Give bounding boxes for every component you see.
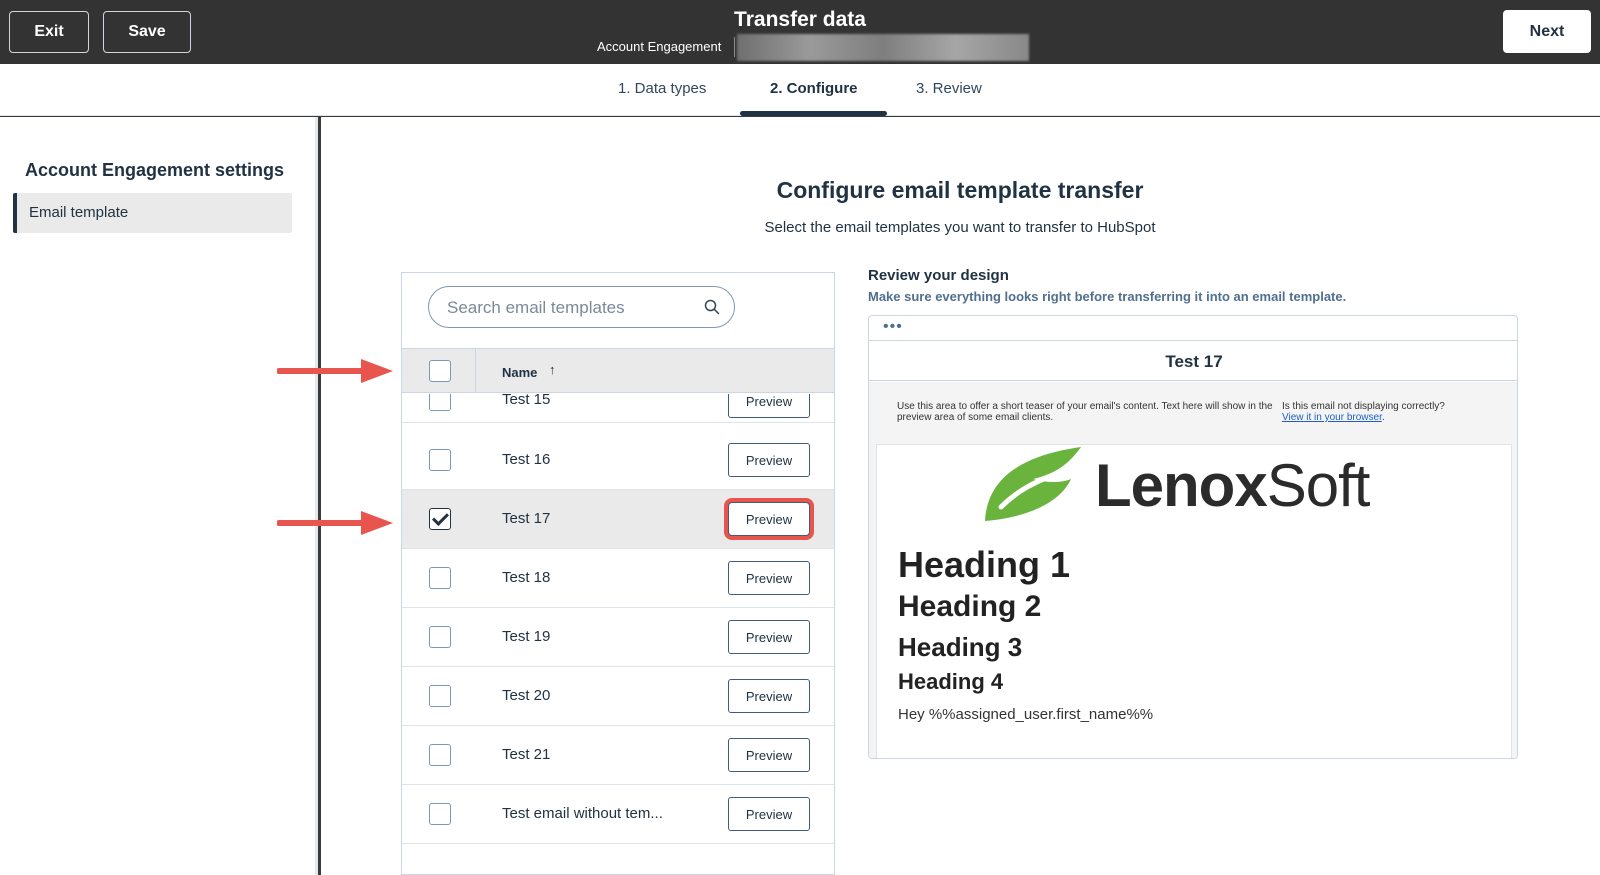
not-displaying-text: Is this email not displaying correctly? (1282, 401, 1445, 412)
table-row[interactable]: Test 16 Preview (402, 431, 834, 490)
redacted-account-name (737, 34, 1029, 61)
page-title: Transfer data (734, 8, 866, 31)
table-row[interactable]: Test 15 Preview (402, 394, 834, 423)
table-row-selected[interactable]: Test 17 Preview (402, 490, 834, 549)
row-name: Test email without tem... (502, 805, 663, 822)
review-title: Review your design (868, 267, 1009, 284)
leaf-logo-icon (985, 447, 1081, 521)
top-bar: Exit Save Transfer data Account Engageme… (0, 0, 1600, 64)
template-rows: Test 15 Preview Test 16 Preview Test 17 … (402, 394, 834, 874)
row-name: Test 20 (502, 687, 551, 704)
tab-configure[interactable]: 2. Configure (770, 80, 858, 97)
not-displaying-notice: Is this email not displaying correctly? … (1282, 401, 1445, 423)
email-heading-1: Heading 1 (898, 544, 1071, 585)
email-heading-2: Heading 2 (898, 590, 1042, 623)
row-name: Test 21 (502, 746, 551, 763)
header-divider (475, 349, 476, 393)
preview-button-highlighted[interactable]: Preview (728, 502, 810, 536)
email-body: LenoxSoft Heading 1 Heading 2 Heading 3 … (876, 444, 1512, 758)
preview-button[interactable]: Preview (728, 561, 810, 595)
template-list-panel: Search email templates Name ↑ Test 15 Pr… (401, 272, 835, 875)
logo-word-lenox: Lenox (1095, 452, 1268, 519)
row-name: Test 15 (502, 394, 551, 408)
window-dots-icon: ••• (883, 318, 903, 335)
configure-title: Configure email template transfer (776, 177, 1144, 203)
email-heading-3: Heading 3 (898, 632, 1023, 662)
annotation-arrow-icon (277, 359, 393, 383)
review-subtitle: Make sure everything looks right before … (868, 289, 1347, 304)
sidebar: Account Engagement settings Email templa… (0, 117, 318, 875)
preview-button[interactable]: Preview (728, 620, 810, 654)
email-heading-4: Heading 4 (898, 669, 1004, 694)
row-name: Test 16 (502, 451, 551, 468)
row-name: Test 18 (502, 569, 551, 586)
table-header: Name ↑ (402, 348, 834, 393)
annotation-arrow-icon (277, 511, 393, 535)
logo-word-soft: Soft (1266, 452, 1371, 519)
preview-button[interactable]: Preview (728, 443, 810, 477)
preview-button[interactable]: Preview (728, 679, 810, 713)
preview-teaser: Use this area to offer a short teaser of… (897, 401, 1273, 423)
row-checkbox[interactable] (429, 803, 451, 825)
sidebar-heading: Account Engagement settings (25, 160, 285, 180)
sidebar-item-email-template[interactable]: Email template (13, 193, 292, 233)
table-row[interactable]: Test 19 Preview (402, 608, 834, 667)
row-checkbox-checked[interactable] (429, 508, 451, 530)
save-button[interactable]: Save (103, 11, 191, 53)
row-checkbox[interactable] (429, 744, 451, 766)
email-canvas: Use this area to offer a short teaser of… (869, 382, 1517, 758)
subtitle-divider (734, 37, 735, 57)
row-checkbox[interactable] (429, 449, 451, 471)
preview-button[interactable]: Preview (728, 738, 810, 772)
configure-subtitle: Select the email templates you want to t… (764, 219, 1156, 236)
main-content: Configure email template transfer Select… (321, 117, 1600, 875)
search-icon[interactable] (704, 299, 720, 320)
row-name: Test 17 (502, 510, 551, 527)
exit-button[interactable]: Exit (9, 11, 89, 53)
row-checkbox[interactable] (429, 394, 451, 411)
row-checkbox[interactable] (429, 567, 451, 589)
row-name: Test 19 (502, 628, 551, 645)
table-row[interactable]: Test 21 Preview (402, 726, 834, 785)
preview-title: Test 17 (869, 341, 1517, 381)
step-tabs: 1. Data types 2. Configure 3. Review (0, 64, 1600, 116)
tab-review[interactable]: 3. Review (916, 80, 982, 97)
row-checkbox[interactable] (429, 685, 451, 707)
view-in-browser-link[interactable]: View it in your browser (1282, 412, 1382, 423)
table-row[interactable]: Test 20 Preview (402, 667, 834, 726)
search-placeholder: Search email templates (447, 298, 625, 317)
tab-data-types[interactable]: 1. Data types (618, 80, 706, 97)
email-greeting: Hey %%assigned_user.first_name%% (898, 706, 1154, 723)
next-button[interactable]: Next (1503, 10, 1591, 53)
select-all-checkbox[interactable] (429, 360, 451, 382)
search-input[interactable]: Search email templates (428, 286, 735, 328)
preview-button[interactable]: Preview (728, 797, 810, 831)
preview-button[interactable]: Preview (728, 394, 810, 418)
table-row[interactable]: Test 18 Preview (402, 549, 834, 608)
active-tab-indicator (740, 111, 887, 116)
row-checkbox[interactable] (429, 626, 451, 648)
email-preview-frame: ••• Test 17 Use this area to offer a sho… (868, 315, 1518, 759)
table-row[interactable]: Test email without tem... Preview (402, 785, 834, 844)
column-header-name[interactable]: Name (502, 365, 537, 380)
sort-ascending-icon[interactable]: ↑ (549, 362, 556, 377)
logo-wordmark: LenoxSoft (1095, 451, 1371, 520)
page-subtitle: Account Engagement (597, 39, 722, 54)
